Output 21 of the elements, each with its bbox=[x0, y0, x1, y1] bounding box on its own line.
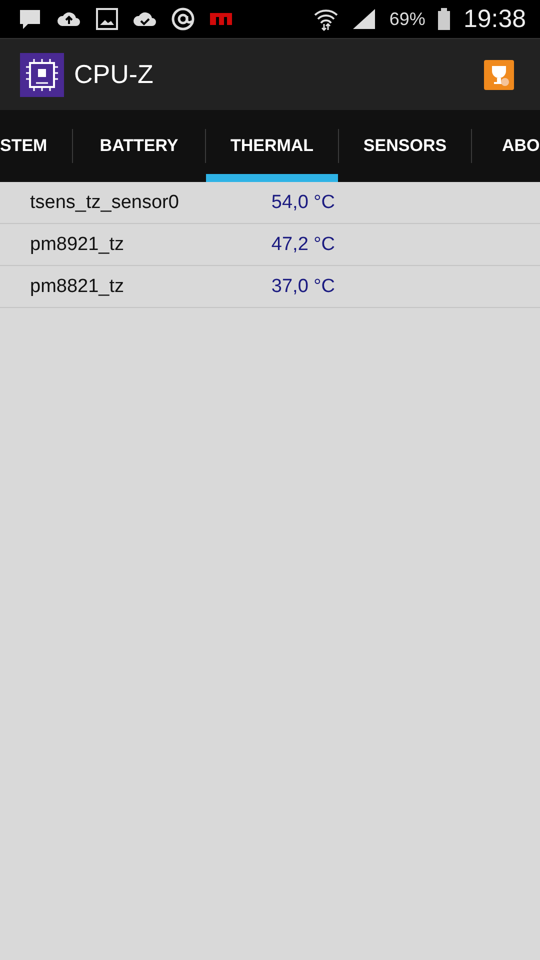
tab[interactable]: STEM bbox=[0, 110, 72, 182]
at-sign-icon bbox=[170, 7, 196, 31]
sensor-name: tsens_tz_sensor0 bbox=[29, 192, 180, 214]
trophy-icon[interactable] bbox=[484, 60, 514, 90]
image-icon bbox=[94, 7, 120, 31]
temperature-value: 37,0 °C bbox=[270, 276, 335, 298]
wifi-icon bbox=[313, 7, 340, 31]
tab[interactable]: SENSORS bbox=[339, 110, 471, 182]
tab[interactable]: ABO bbox=[472, 110, 540, 182]
app-title: CPU-Z bbox=[74, 59, 154, 90]
tab[interactable]: BATTERY bbox=[73, 110, 205, 182]
clock-time: 19:38 bbox=[463, 4, 526, 34]
sensor-name: pm8821_tz bbox=[29, 276, 126, 298]
signal-icon bbox=[351, 7, 378, 31]
sensor-name: pm8921_tz bbox=[29, 234, 126, 256]
chip-icon bbox=[20, 52, 64, 96]
battery-icon bbox=[437, 7, 452, 31]
temperature-value: 47,2 °C bbox=[270, 234, 335, 256]
tab[interactable]: THERMAL bbox=[206, 110, 338, 182]
temperature-value: 54,0 °C bbox=[270, 192, 335, 214]
battery-percentage: 69% bbox=[389, 8, 426, 30]
